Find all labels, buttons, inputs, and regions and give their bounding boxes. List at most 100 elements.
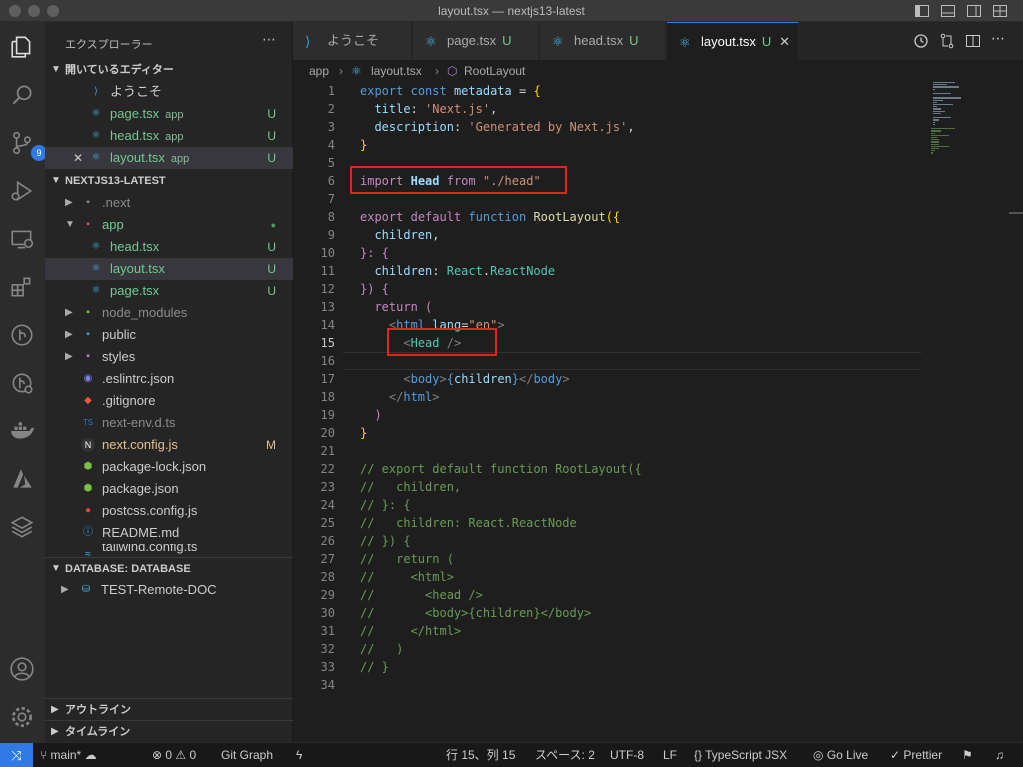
tree-item-gitignore[interactable]: ◆ .gitignore bbox=[45, 390, 293, 412]
tree-item-eslintrc[interactable]: ◉ .eslintrc.json bbox=[45, 368, 293, 390]
toggle-secondary-sidebar-icon[interactable] bbox=[966, 3, 982, 19]
line-number: 12 bbox=[320, 282, 335, 296]
more-actions-icon[interactable]: ⋯ bbox=[991, 30, 1005, 47]
tree-item-package[interactable]: ⬢ package.json bbox=[45, 478, 293, 500]
eol-status[interactable]: LF bbox=[663, 743, 677, 767]
braces-icon: {} bbox=[694, 748, 706, 762]
docker-icon[interactable] bbox=[9, 418, 35, 444]
azure-icon[interactable] bbox=[9, 466, 35, 492]
minimap[interactable] bbox=[929, 82, 1009, 162]
tree-item-layout[interactable]: ⚛ layout.tsx U bbox=[45, 258, 293, 280]
tree-item-page[interactable]: ⚛ page.tsx U bbox=[45, 280, 293, 302]
tree-item-node-modules[interactable]: ▶ ▪ node_modules bbox=[45, 302, 293, 324]
tree-item-styles[interactable]: ▶ ▪ styles bbox=[45, 346, 293, 368]
minimap-line bbox=[933, 97, 961, 99]
problems-status[interactable]: ⊗ 0 ⚠ 0 bbox=[152, 743, 196, 767]
account-icon[interactable] bbox=[9, 656, 35, 682]
language-status[interactable]: {} TypeScript JSX bbox=[694, 743, 787, 767]
tree-item-head[interactable]: ⚛ head.tsx U bbox=[45, 236, 293, 258]
code-line-29: // <head /> bbox=[360, 588, 483, 602]
vertical-scrollbar[interactable] bbox=[1009, 212, 1023, 214]
remote-explorer-icon[interactable] bbox=[9, 226, 35, 252]
toggle-primary-sidebar-icon[interactable] bbox=[914, 3, 930, 19]
indentation-status[interactable]: スペース: 2 bbox=[535, 743, 595, 767]
outline-header[interactable]: ▶ アウトライン bbox=[45, 698, 293, 720]
tree-item-tailwind[interactable]: ≈ tailwind.config.ts bbox=[45, 544, 293, 556]
info-icon: ⓘ bbox=[83, 527, 93, 538]
tree-item-package-lock[interactable]: ⬢ package-lock.json bbox=[45, 456, 293, 478]
search-icon[interactable] bbox=[9, 82, 35, 108]
tab-layout[interactable]: ⚛ layout.tsx U ✕ bbox=[667, 22, 799, 60]
tree-item-postcss[interactable]: ● postcss.config.js bbox=[45, 500, 293, 522]
open-editor-layout[interactable]: ✕ ⚛ layout.tsx app U bbox=[45, 147, 293, 169]
close-tab-icon[interactable]: ✕ bbox=[779, 23, 790, 61]
line-number: 31 bbox=[320, 624, 335, 638]
notifications-bell-icon[interactable]: ♫ bbox=[995, 743, 1004, 767]
code-editor[interactable]: 1 2 3 4 5 6 7 8 9 10 11 12 13 14 15 16 17 18 19 20 21 22 23 24 2… bbox=[293, 82, 1023, 742]
open-editor-head[interactable]: ⚛ head.tsx app U bbox=[45, 125, 293, 147]
tree-item-next[interactable]: ▶ ▪ .next bbox=[45, 192, 293, 214]
gitlens-icon[interactable] bbox=[9, 370, 35, 396]
git-graph-status[interactable]: Git Graph bbox=[221, 743, 273, 767]
line-number: 19 bbox=[320, 408, 335, 422]
extensions-icon[interactable] bbox=[9, 274, 35, 300]
branch-status[interactable]: ⑂ main* ☁ bbox=[40, 743, 97, 767]
code-line-27: // return ( bbox=[360, 552, 454, 566]
tree-item-public[interactable]: ▶ ▪ public bbox=[45, 324, 293, 346]
cursor-position[interactable]: 行 15、列 15 bbox=[446, 743, 515, 767]
styles-folder-icon: ▪ bbox=[86, 351, 90, 362]
compare-changes-icon[interactable] bbox=[939, 33, 955, 49]
app-folder-icon: ▪ bbox=[86, 219, 90, 230]
react-file-icon: ⚛ bbox=[425, 34, 437, 49]
timeline-history-icon[interactable] bbox=[913, 33, 929, 49]
layers-icon[interactable] bbox=[9, 514, 35, 540]
git-graph-icon[interactable] bbox=[9, 322, 35, 348]
open-editors-header[interactable]: ▼ 開いているエディター bbox=[45, 59, 293, 81]
line-number: 14 bbox=[320, 318, 335, 332]
breadcrumb: app › ⚛ layout.tsx › ⬡ RootLayout bbox=[293, 60, 1023, 82]
project-header[interactable]: ▼ NEXTJS13-LATEST bbox=[45, 170, 293, 192]
node-file-icon: ⬢ bbox=[83, 461, 93, 472]
timeline-header[interactable]: ▶ タイムライン bbox=[45, 720, 293, 742]
tab-page[interactable]: ⚛ page.tsx U bbox=[413, 22, 539, 60]
lightning-icon[interactable]: ϟ bbox=[296, 743, 302, 767]
tree-item-next-config[interactable]: Nnext.config.js M bbox=[45, 434, 293, 456]
open-editor-page[interactable]: ⚛ page.tsx app U bbox=[45, 103, 293, 125]
remote-indicator-icon[interactable]: ⤨ bbox=[0, 743, 33, 767]
line-number: 10 bbox=[320, 246, 335, 260]
editor-area: ⟩ ようこそ ⚛ page.tsx U ⚛ head.tsx U ⚛ layout.tsx U… bbox=[293, 22, 1023, 742]
database-header[interactable]: ▼ DATABASE: DATABASE bbox=[45, 557, 293, 579]
breadcrumb-folder[interactable]: app bbox=[309, 60, 329, 82]
more-actions-icon[interactable]: ⋯ bbox=[262, 31, 276, 48]
go-live-status[interactable]: ◎ Go Live bbox=[813, 743, 868, 767]
source-control-icon[interactable]: 9 bbox=[9, 130, 47, 161]
prettier-status[interactable]: ✓ Prettier bbox=[890, 743, 942, 767]
minimap-line bbox=[931, 132, 935, 134]
tree-item-readme[interactable]: ⓘ README.md bbox=[45, 522, 293, 544]
code-line-10: }: { bbox=[360, 246, 389, 260]
feedback-icon[interactable]: ⚑ bbox=[962, 743, 973, 767]
customize-layout-icon[interactable] bbox=[992, 3, 1008, 19]
toggle-panel-icon[interactable] bbox=[940, 3, 956, 19]
tree-item-next-env[interactable]: TS next-env.d.ts bbox=[45, 412, 293, 434]
split-editor-icon[interactable] bbox=[965, 33, 981, 49]
explorer-icon[interactable] bbox=[9, 34, 35, 60]
encoding-status[interactable]: UTF-8 bbox=[610, 743, 644, 767]
close-icon[interactable]: ✕ bbox=[73, 147, 83, 169]
minimap-line bbox=[931, 143, 939, 145]
line-number: 3 bbox=[327, 120, 335, 134]
tab-welcome[interactable]: ⟩ ようこそ bbox=[293, 22, 412, 60]
minimap-line bbox=[931, 134, 949, 137]
line-number: 27 bbox=[320, 552, 335, 566]
minimap-line bbox=[933, 123, 935, 126]
open-editor-welcome[interactable]: ⟩ ようこそ bbox=[45, 81, 293, 103]
line-number: 24 bbox=[320, 498, 335, 512]
tree-item-app[interactable]: ▼ ▪ app ● bbox=[45, 214, 293, 236]
tab-head[interactable]: ⚛ head.tsx U bbox=[540, 22, 666, 60]
breadcrumb-file[interactable]: layout.tsx bbox=[371, 60, 422, 82]
react-file-icon: ⚛ bbox=[552, 34, 564, 49]
settings-gear-icon[interactable] bbox=[9, 704, 35, 730]
run-debug-icon[interactable] bbox=[9, 178, 35, 204]
database-item[interactable]: ▶ ⛁ TEST-Remote-DOC bbox=[45, 579, 293, 601]
breadcrumb-symbol[interactable]: RootLayout bbox=[464, 60, 525, 82]
